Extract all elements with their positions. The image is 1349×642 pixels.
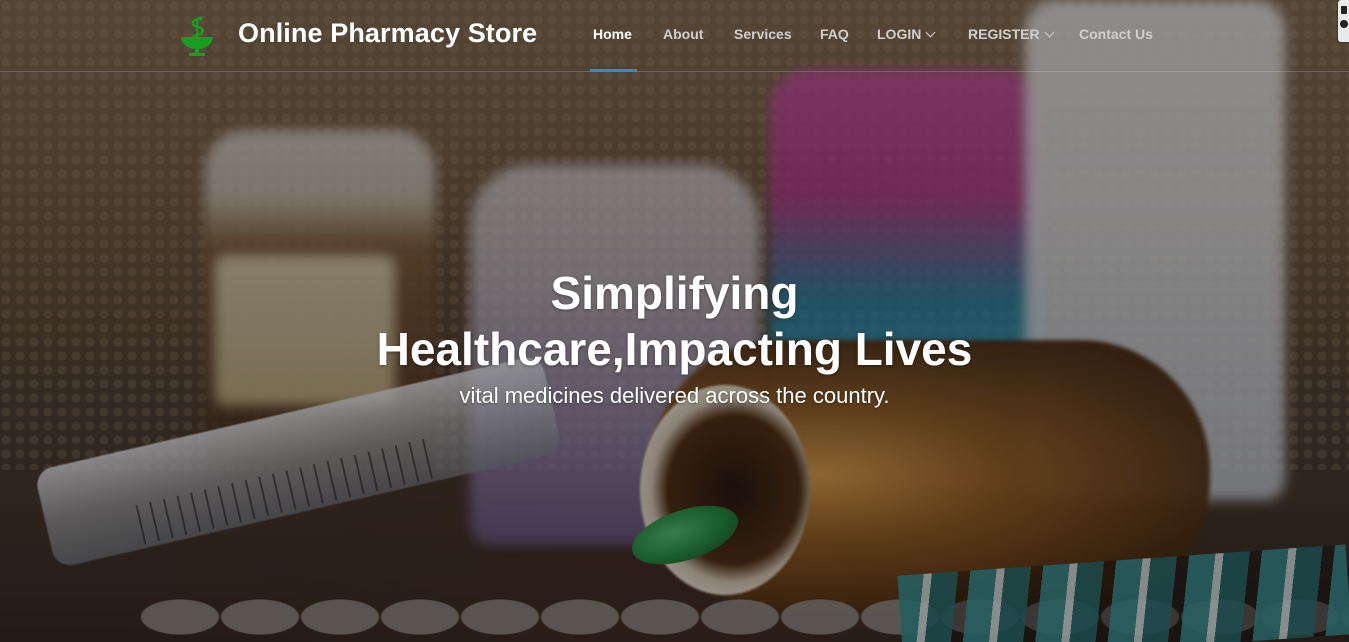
hero-title-line-2: Healthcare,Impacting Lives: [376, 323, 973, 375]
nav-home[interactable]: Home: [593, 26, 632, 42]
nav-login-label: LOGIN: [877, 26, 922, 42]
nav-about-label: About: [663, 26, 704, 42]
nav-login-dropdown[interactable]: LOGIN: [877, 26, 936, 42]
nav-register-dropdown[interactable]: REGISTER: [968, 26, 1055, 42]
nav-services[interactable]: Services: [734, 26, 792, 42]
settings-icon: [1340, 20, 1348, 28]
nav-register-label: REGISTER: [968, 26, 1040, 42]
nav-contact-us[interactable]: Contact Us: [1079, 26, 1153, 42]
site-header: Online Pharmacy Store Home About Service…: [0, 0, 1349, 72]
chevron-down-icon: [925, 27, 936, 38]
nav-about[interactable]: About: [663, 26, 703, 42]
device-icon: [1341, 6, 1347, 14]
nav-contact-us-label: Contact Us: [1079, 26, 1153, 42]
main-navigation: Home About Services FAQ LOGIN REGISTER C…: [0, 0, 1349, 72]
hero-title: Simplifying Healthcare,Impacting Lives: [0, 265, 1349, 377]
nav-services-label: Services: [734, 26, 792, 42]
nav-faq-label: FAQ: [820, 26, 849, 42]
nav-active-indicator: [590, 69, 637, 72]
side-toolbar-widget[interactable]: [1338, 0, 1349, 42]
hero-subtitle: vital medicines delivered across the cou…: [459, 383, 890, 408]
page: Online Pharmacy Store Home About Service…: [0, 0, 1349, 642]
chevron-down-icon: [1044, 27, 1055, 38]
hero-title-line-1: Simplifying: [550, 267, 799, 319]
nav-home-label: Home: [593, 26, 632, 42]
nav-faq[interactable]: FAQ: [820, 26, 849, 42]
